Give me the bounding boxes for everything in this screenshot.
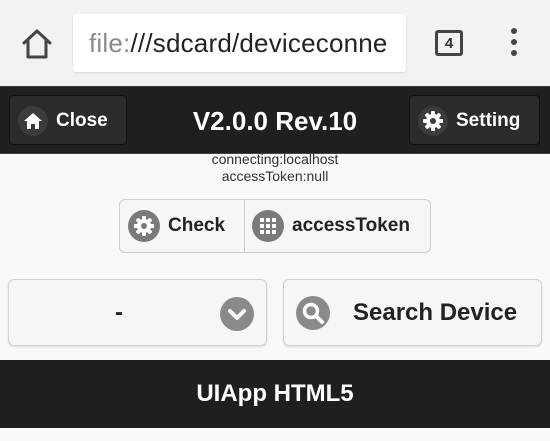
url-path: ///sdcard/deviceconne [130, 28, 388, 58]
connection-status: connecting:localhost [211, 151, 339, 167]
setting-button[interactable]: Setting [409, 95, 540, 145]
search-device-label: Search Device [353, 299, 518, 326]
access-token-status: accessToken:null [221, 168, 329, 184]
access-token-label: accessToken [292, 215, 410, 236]
gear-icon [418, 106, 448, 136]
tabs-icon[interactable]: 4 [435, 30, 463, 56]
url-text: file:///sdcard/deviceconne [89, 28, 388, 58]
home-icon[interactable] [20, 27, 54, 61]
app-header: Close V2.0.0 Rev.10 Setting [0, 86, 550, 154]
browser-toolbar: file:///sdcard/deviceconne 4 [0, 0, 550, 86]
device-select-value: - [115, 299, 123, 326]
action-button-group: Check accessToken [119, 199, 431, 253]
grid-icon [252, 210, 284, 242]
access-token-button[interactable]: accessToken [244, 200, 430, 252]
search-icon [296, 296, 330, 330]
chevron-down-icon [220, 297, 254, 331]
tab-count: 4 [444, 35, 454, 52]
device-select[interactable]: - [8, 279, 267, 346]
gear-icon [128, 210, 160, 242]
footer-title: UIApp HTML5 [196, 380, 354, 407]
url-scheme: file: [89, 28, 131, 58]
more-vert-icon[interactable] [506, 28, 522, 60]
check-button[interactable]: Check [120, 200, 245, 252]
setting-label: Setting [456, 110, 521, 131]
check-label: Check [168, 215, 226, 236]
app-footer: UIApp HTML5 [0, 360, 550, 428]
url-bar[interactable]: file:///sdcard/deviceconne [73, 14, 406, 72]
search-device-button[interactable]: Search Device [283, 279, 542, 346]
